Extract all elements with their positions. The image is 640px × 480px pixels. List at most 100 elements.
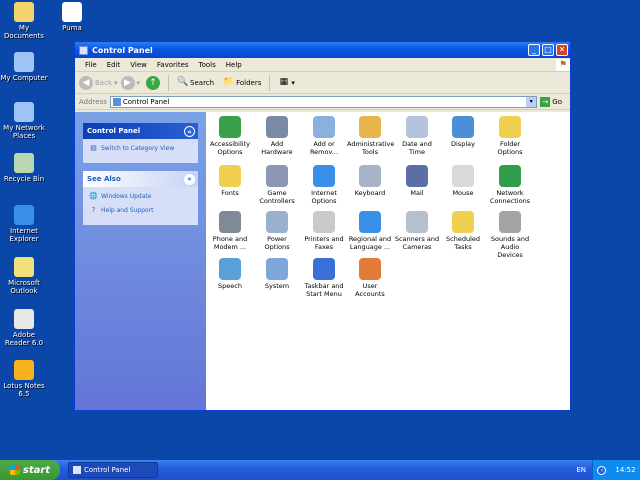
- control-panel-item[interactable]: Add or Remov...: [301, 116, 347, 156]
- folder-documents-icon: [14, 2, 34, 22]
- desktop-icon[interactable]: Microsoft Outlook: [0, 257, 48, 295]
- desktop-icon[interactable]: Lotus Notes 6.5: [0, 360, 48, 398]
- computer-icon: [14, 52, 34, 72]
- views-button[interactable]: ▦ ▾: [275, 77, 298, 88]
- item-label: Network Connections: [489, 189, 531, 205]
- back-button[interactable]: ◀ Back ▾: [79, 75, 118, 90]
- control-panel-item[interactable]: Speech: [207, 258, 253, 290]
- control-panel-item[interactable]: Administrative Tools: [347, 116, 394, 156]
- maximize-button[interactable]: □: [542, 44, 554, 56]
- help-and-support-link[interactable]: ? Help and Support: [89, 206, 192, 215]
- folders-button[interactable]: 📁 Folders: [220, 77, 264, 88]
- control-panel-item[interactable]: Internet Options: [301, 165, 347, 205]
- menu-help[interactable]: Help: [221, 61, 247, 69]
- taskbar-button-control-panel[interactable]: Control Panel: [68, 462, 158, 478]
- sounds-audio-icon: [499, 211, 521, 233]
- forward-button[interactable]: ▶ ▾: [120, 75, 141, 90]
- control-panel-item[interactable]: Power Options: [254, 211, 300, 251]
- control-panel-item[interactable]: Printers and Faxes: [301, 211, 347, 251]
- back-label: Back: [95, 78, 112, 87]
- windows-logo-icon: ⚑: [556, 58, 570, 71]
- folders-label: Folders: [236, 78, 262, 87]
- menu-favorites[interactable]: Favorites: [152, 61, 194, 69]
- item-label: Fonts: [221, 189, 239, 197]
- control-panel-item[interactable]: Fonts: [207, 165, 253, 197]
- desktop-icon-label: My Computer: [0, 74, 48, 82]
- control-panel-item[interactable]: Network Connections: [487, 165, 533, 205]
- start-button[interactable]: start: [0, 460, 60, 480]
- item-label: Accessibility Options: [210, 140, 250, 156]
- desktop-icon[interactable]: Recycle Bin: [0, 153, 48, 183]
- desktop-icon[interactable]: My Network Places: [0, 102, 48, 140]
- menu-edit[interactable]: Edit: [102, 61, 126, 69]
- title-bar[interactable]: Control Panel _ □ ✕: [75, 42, 570, 58]
- windows-update-link[interactable]: 🌐 Windows Update: [89, 192, 192, 201]
- switch-to-category-view-link[interactable]: ▤ Switch to Category View: [89, 144, 192, 153]
- back-dropdown-icon[interactable]: ▾: [114, 79, 118, 87]
- folders-icon: 📁: [223, 77, 235, 87]
- menu-view[interactable]: View: [125, 61, 152, 69]
- category-view-icon: ▤: [90, 144, 97, 152]
- fonts-icon: [219, 165, 241, 187]
- up-folder-button[interactable]: ↑: [143, 75, 163, 90]
- display-icon: [452, 116, 474, 138]
- see-also-header[interactable]: See Also «: [83, 171, 198, 187]
- desktop-icon[interactable]: Internet Explorer: [0, 205, 48, 243]
- control-panel-section-header[interactable]: Control Panel «: [83, 123, 198, 139]
- tray-arrow-icon[interactable]: ‹: [597, 465, 607, 475]
- user-accounts-icon: [359, 258, 381, 280]
- go-button[interactable]: → Go: [540, 96, 570, 107]
- control-panel-item[interactable]: Date and Time: [394, 116, 440, 156]
- desktop-icon-label: Internet Explorer: [9, 227, 39, 243]
- control-panel-item[interactable]: Taskbar and Start Menu: [301, 258, 347, 298]
- desktop-icon[interactable]: Puma: [48, 2, 96, 32]
- minimize-button[interactable]: _: [528, 44, 540, 56]
- desktop-icon[interactable]: My Computer: [0, 52, 48, 82]
- language-indicator[interactable]: EN: [576, 466, 586, 474]
- collapse-chevron-icon[interactable]: «: [184, 173, 195, 185]
- search-label: Search: [190, 78, 215, 87]
- control-panel-small-icon: [112, 97, 121, 106]
- control-panel-item[interactable]: System: [254, 258, 300, 290]
- search-button[interactable]: 🔍 Search: [174, 77, 217, 88]
- control-panel-item[interactable]: User Accounts: [347, 258, 393, 298]
- desktop-icon[interactable]: My Documents: [0, 2, 48, 40]
- task-pane: Control Panel « ▤ Switch to Category Vie…: [75, 112, 206, 410]
- control-panel-item[interactable]: Mouse: [440, 165, 486, 197]
- date-time-icon: [406, 116, 428, 138]
- clock[interactable]: 14:52: [615, 466, 635, 474]
- address-dropdown-icon[interactable]: ▾: [526, 96, 537, 107]
- control-panel-item[interactable]: Keyboard: [347, 165, 393, 197]
- control-panel-small-icon: [73, 466, 81, 474]
- menu-tools[interactable]: Tools: [194, 61, 221, 69]
- item-label: Internet Options: [311, 189, 337, 205]
- network-places-icon: [14, 102, 34, 122]
- control-panel-item[interactable]: Game Controllers: [254, 165, 300, 205]
- desktop-icon-label: Puma: [62, 24, 82, 32]
- collapse-chevron-icon[interactable]: «: [184, 125, 195, 137]
- control-panel-item[interactable]: Display: [440, 116, 486, 148]
- internet-explorer-icon: [14, 205, 34, 225]
- control-panel-item[interactable]: Mail: [394, 165, 440, 197]
- desktop-icon[interactable]: Adobe Reader 6.0: [0, 309, 48, 347]
- control-panel-item[interactable]: Folder Options: [487, 116, 533, 156]
- forward-dropdown-icon[interactable]: ▾: [137, 79, 141, 87]
- go-arrow-icon: →: [540, 96, 551, 107]
- mouse-icon: [452, 165, 474, 187]
- item-label: Mouse: [452, 189, 474, 197]
- address-input[interactable]: Control Panel ▾: [109, 95, 538, 108]
- control-panel-item[interactable]: Add Hardware: [254, 116, 300, 156]
- menu-file[interactable]: File: [80, 61, 102, 69]
- control-panel-item[interactable]: Scanners and Cameras: [394, 211, 440, 251]
- accessibility-icon: [219, 116, 241, 138]
- control-panel-icon: [79, 45, 88, 55]
- control-panel-item[interactable]: Sounds and Audio Devices: [487, 211, 533, 259]
- control-panel-item[interactable]: Scheduled Tasks: [440, 211, 486, 251]
- close-button[interactable]: ✕: [556, 44, 568, 56]
- task-label: Control Panel: [84, 466, 131, 474]
- control-panel-item[interactable]: Regional and Language ...: [347, 211, 393, 251]
- control-panel-item[interactable]: Phone and Modem ...: [207, 211, 253, 251]
- search-icon: 🔍: [177, 77, 189, 87]
- control-panel-item[interactable]: Accessibility Options: [207, 116, 253, 156]
- item-label: Speech: [218, 282, 242, 290]
